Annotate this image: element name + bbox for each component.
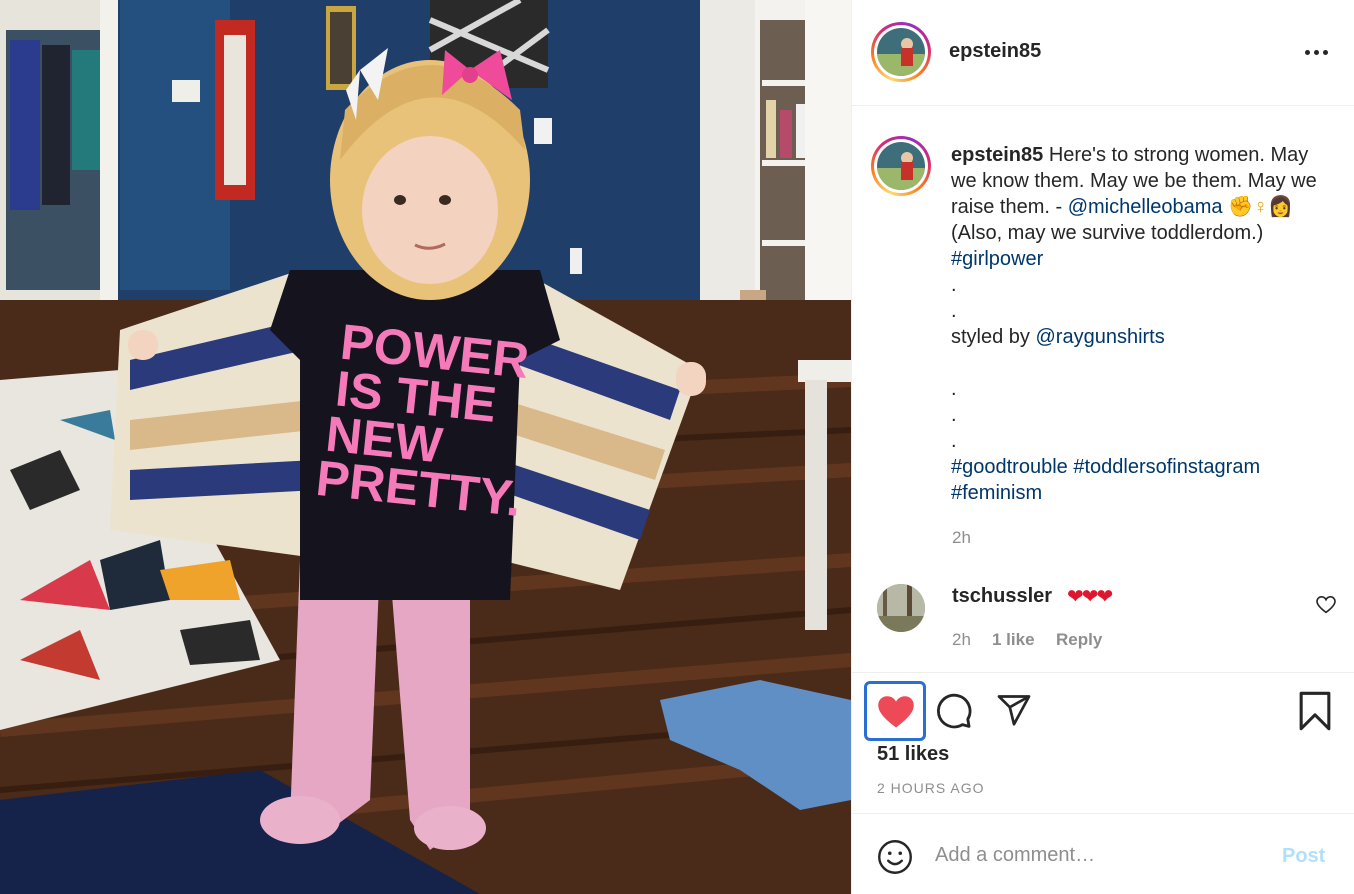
posted-time[interactable]: 2 HOURS AGO <box>877 780 984 796</box>
post-caption: epstein85 Here's to strong women. May we… <box>951 142 1321 506</box>
commenter-avatar-image <box>877 584 925 632</box>
like-button[interactable] <box>864 681 926 741</box>
caption-styled-by: styled by <box>951 326 1030 348</box>
caption-dot: . <box>951 300 957 322</box>
photo-illustration: POWER IS THE NEW PRETTY. <box>0 0 851 894</box>
caption-dot: . <box>951 378 957 400</box>
post-comment-button[interactable]: Post <box>1282 845 1325 868</box>
bookmark-icon <box>1299 691 1331 731</box>
caption-dot: . <box>951 430 957 452</box>
emoji-icon[interactable] <box>877 839 913 880</box>
add-comment-bar: Post <box>852 813 1354 894</box>
caption-dot: . <box>951 274 957 296</box>
caption-mention-michelleobama[interactable]: @michelleobama <box>1068 196 1223 218</box>
caption-hashtag-goodtrouble[interactable]: #goodtrouble <box>951 456 1068 478</box>
post-header: epstein85 <box>852 0 1354 106</box>
share-button[interactable] <box>995 692 1033 733</box>
more-horizontal-icon[interactable] <box>1305 50 1329 56</box>
author-username[interactable]: epstein85 <box>949 40 1041 63</box>
comment-icon <box>936 693 972 729</box>
likes-count[interactable]: 51 likes <box>877 743 949 766</box>
post-photo[interactable]: POWER IS THE NEW PRETTY. <box>0 0 851 894</box>
caption-hashtag-feminism[interactable]: #feminism <box>951 482 1042 504</box>
caption-dot: . <box>951 404 957 426</box>
author-avatar[interactable] <box>871 22 931 82</box>
save-button[interactable] <box>1297 691 1333 736</box>
author-avatar-image <box>877 28 925 76</box>
comment-button[interactable] <box>935 692 973 735</box>
caption-emoji: ✊♀👩 <box>1228 196 1293 218</box>
comment-likes[interactable]: 1 like <box>992 630 1035 650</box>
post-actions: 51 likes 2 HOURS AGO <box>852 672 1354 814</box>
commenter-avatar[interactable] <box>877 584 925 632</box>
comment-heart-icon[interactable] <box>1316 595 1336 614</box>
comment-input[interactable] <box>935 836 1255 874</box>
heart-icon <box>878 696 914 728</box>
share-icon <box>997 695 1031 726</box>
caption-text-2: (Also, may we survive toddlerdom.) <box>951 222 1264 244</box>
comment-reply-button[interactable]: Reply <box>1056 630 1102 650</box>
comment-text: ❤❤❤ <box>1067 586 1113 608</box>
caption-username[interactable]: epstein85 <box>951 144 1043 166</box>
caption-mention-raygunshirts[interactable]: @raygunshirts <box>1036 326 1165 348</box>
caption-avatar-image <box>877 142 925 190</box>
caption-timestamp[interactable]: 2h <box>952 528 971 548</box>
post-sidebar: epstein85 epstein85 Here's to strong wom… <box>851 0 1354 894</box>
commenter-username[interactable]: tschussler <box>952 585 1052 608</box>
caption-hashtag-toddlersofinstagram[interactable]: #toddlersofinstagram <box>1073 456 1260 478</box>
caption-hashtag-girlpower[interactable]: #girlpower <box>951 248 1043 270</box>
caption-avatar[interactable] <box>871 136 931 196</box>
comment-time[interactable]: 2h <box>952 630 971 650</box>
